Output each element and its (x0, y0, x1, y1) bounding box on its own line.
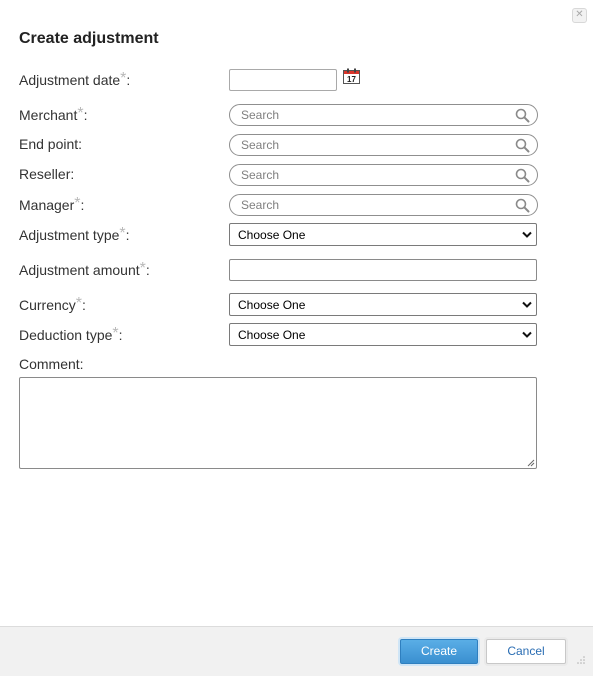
currency-select[interactable]: Choose One (229, 293, 537, 316)
close-button[interactable]: ✕ (572, 8, 587, 23)
calendar-day-number: 17 (347, 75, 356, 84)
reseller-search-placeholder: Search (241, 168, 280, 182)
reseller-label: Reseller: (19, 166, 75, 182)
currency-selected: Choose One (238, 298, 306, 312)
deduction-type-label: Deduction type*: (19, 325, 123, 343)
search-icon[interactable] (515, 138, 530, 153)
calendar-icon[interactable]: 17 (343, 68, 360, 84)
manager-search-input[interactable]: Search (229, 194, 538, 216)
chevron-down-icon (522, 301, 532, 308)
adjustment-date-field[interactable] (229, 69, 337, 91)
comment-label: Comment: (19, 356, 84, 372)
close-icon: ✕ (575, 9, 584, 20)
search-icon[interactable] (515, 198, 530, 213)
search-icon[interactable] (515, 108, 530, 123)
end-point-label: End point: (19, 136, 83, 152)
comment-textarea[interactable] (19, 377, 537, 469)
adjustment-type-select[interactable]: Choose One (229, 223, 537, 246)
dialog-title: Create adjustment (19, 30, 159, 47)
manager-label: Manager*: (19, 195, 85, 213)
merchant-search-input[interactable]: Search (229, 104, 538, 126)
dialog-resize-grip-icon[interactable] (576, 655, 586, 665)
create-adjustment-dialog: ✕ Create adjustment Adjustment date*: 17… (0, 0, 593, 676)
end-point-search-input[interactable]: Search (229, 134, 538, 156)
adjustment-type-label: Adjustment type*: (19, 225, 130, 243)
adjustment-amount-input[interactable] (229, 259, 537, 281)
chevron-down-icon (522, 331, 532, 338)
cancel-button[interactable]: Cancel (486, 639, 566, 664)
dialog-footer: Create Cancel (0, 626, 593, 676)
merchant-search-placeholder: Search (241, 108, 280, 122)
chevron-down-icon (522, 231, 532, 238)
reseller-search-input[interactable]: Search (229, 164, 538, 186)
deduction-type-selected: Choose One (238, 328, 306, 342)
adjustment-date-label: Adjustment date*: (19, 70, 131, 88)
adjustment-amount-label: Adjustment amount*: (19, 260, 150, 278)
manager-search-placeholder: Search (241, 198, 280, 212)
resize-handle-icon[interactable] (527, 459, 535, 467)
search-icon[interactable] (515, 168, 530, 183)
end-point-search-placeholder: Search (241, 138, 280, 152)
adjustment-type-selected: Choose One (238, 228, 306, 242)
merchant-label: Merchant*: (19, 105, 88, 123)
deduction-type-select[interactable]: Choose One (229, 323, 537, 346)
currency-label: Currency*: (19, 295, 86, 313)
create-button[interactable]: Create (400, 639, 478, 664)
